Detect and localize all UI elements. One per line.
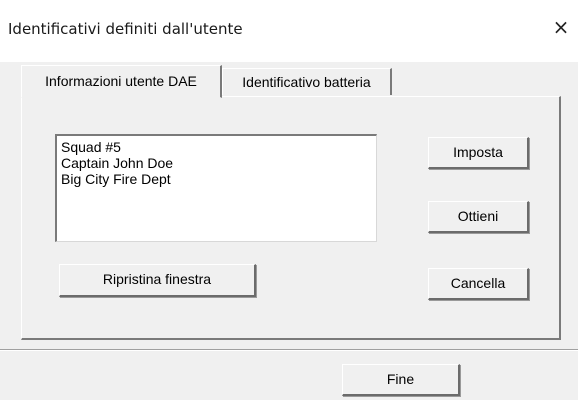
fine-button[interactable]: Fine <box>342 364 460 396</box>
user-info-textbox[interactable]: Squad #5 Captain John Doe Big City Fire … <box>55 134 377 242</box>
window-title: Identificativi definiti dall'utente <box>8 20 243 38</box>
tab-identificativo-batteria[interactable]: Identificativo batteria <box>222 68 392 95</box>
cancella-button[interactable]: Cancella <box>428 268 529 300</box>
close-icon[interactable]: × <box>550 16 572 38</box>
title-bar: Identificativi definiti dall'utente × <box>0 0 578 62</box>
tab-informazioni-utente-dae[interactable]: Informazioni utente DAE <box>21 65 222 98</box>
ottieni-button[interactable]: Ottieni <box>428 201 529 233</box>
user-info-line: Captain John Doe <box>61 155 174 171</box>
imposta-button[interactable]: Imposta <box>428 137 529 169</box>
user-info-line: Big City Fire Dept <box>61 171 171 187</box>
ripristina-finestra-button[interactable]: Ripristina finestra <box>59 264 256 297</box>
user-info-line: Squad #5 <box>61 139 121 155</box>
footer-separator <box>0 349 578 351</box>
